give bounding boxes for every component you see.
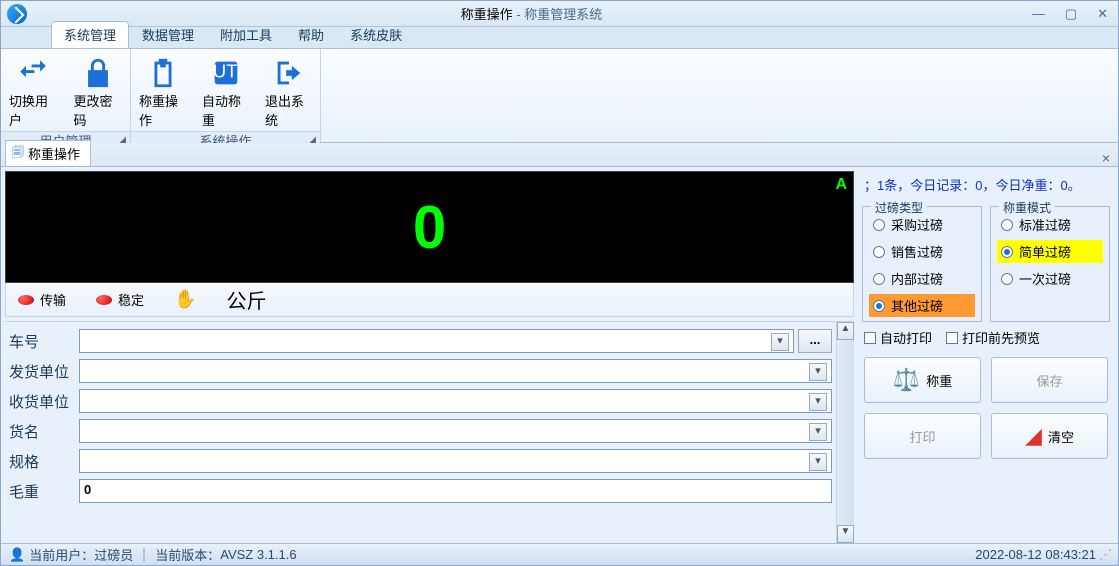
ribbon-change-password[interactable]: 更改密码: [66, 49, 131, 131]
label-goods: 货名: [9, 421, 79, 442]
menu-tab-help[interactable]: 帮助: [285, 21, 337, 48]
document-tab-close[interactable]: ×: [1094, 150, 1118, 166]
ribbon-label: 更改密码: [74, 91, 123, 129]
doc-icon: 🗐: [12, 143, 24, 164]
scroll-up-button[interactable]: ▲: [837, 322, 854, 340]
radio-standard[interactable]: 标准过磅: [997, 213, 1103, 236]
info-line: ；1条，今日记录：0，今日净重：0。: [862, 171, 1110, 202]
eraser-icon: ◢: [1025, 423, 1042, 449]
input-car-no[interactable]: [79, 329, 794, 353]
input-sender[interactable]: [79, 359, 832, 383]
red-dot-icon: [96, 295, 112, 305]
exit-icon: [271, 55, 307, 91]
label-gross: 毛重: [9, 481, 79, 502]
document-tab[interactable]: 🗐 称重操作: [5, 140, 91, 166]
ribbon-switch-user[interactable]: 切换用户: [1, 49, 66, 131]
scroll-thumb[interactable]: [837, 340, 854, 525]
input-goods[interactable]: [79, 419, 832, 443]
checkbox-auto-print[interactable]: 自动打印: [864, 328, 932, 347]
window-controls: ― ▢ ✕: [1028, 6, 1112, 22]
save-button[interactable]: 保存: [991, 357, 1108, 403]
ribbon-group-system: 称重操作 AUTO 自动称重 退出系统 系统操作◢: [131, 49, 321, 142]
radio-sale[interactable]: 销售过磅: [869, 240, 975, 263]
radio-internal[interactable]: 内部过磅: [869, 267, 975, 290]
scroll-down-button[interactable]: ▼: [837, 525, 854, 543]
doc-title: 称重操作: [461, 7, 513, 22]
legend-weigh-mode: 称重模式: [999, 199, 1055, 216]
switch-user-icon: [15, 55, 51, 91]
svg-text:AUTO: AUTO: [209, 60, 243, 81]
content-area: 0 A 传输 稳定 ✋ 公斤 车号 ... 发货单位 收货单位: [1, 167, 1118, 543]
input-gross[interactable]: 0: [79, 479, 832, 503]
legend-weigh-type: 过磅类型: [871, 199, 927, 216]
action-buttons: ⚖️称重 保存 打印 ◢清空: [862, 353, 1110, 463]
version-value: AVSZ 3.1.1.6: [220, 547, 296, 562]
label-receiver: 收货单位: [9, 391, 79, 412]
ribbon: 切换用户 更改密码 用户管理◢ 称重操作 AUTO 自动称重 退出系统 系统操作…: [1, 49, 1118, 143]
menu-tabs: 系统管理 数据管理 附加工具 帮助 系统皮肤: [1, 27, 1118, 49]
current-user: 过磅员: [94, 545, 133, 564]
status-row: 传输 稳定 ✋ 公斤: [5, 283, 854, 317]
label-car-no: 车号: [9, 331, 79, 352]
menu-tab-data[interactable]: 数据管理: [129, 21, 207, 48]
auto-icon: AUTO: [208, 55, 244, 91]
status-stable: 稳定: [96, 290, 144, 309]
minimize-button[interactable]: ―: [1028, 6, 1049, 22]
browse-car-button[interactable]: ...: [798, 329, 832, 353]
ribbon-label: 称重操作: [139, 91, 186, 129]
status-bar: 👤 当前用户： 过磅员 当前版本： AVSZ 3.1.1.6 2022-08-1…: [1, 543, 1118, 565]
close-button[interactable]: ✕: [1093, 6, 1112, 22]
user-label: 当前用户：: [29, 545, 94, 564]
unit-label: 公斤: [226, 285, 266, 314]
weight-display: 0 A: [5, 171, 854, 283]
ribbon-exit[interactable]: 退出系统: [257, 49, 320, 131]
maximize-button[interactable]: ▢: [1061, 6, 1081, 22]
print-button[interactable]: 打印: [864, 413, 981, 459]
input-receiver[interactable]: [79, 389, 832, 413]
app-logo-icon: [7, 4, 27, 24]
fieldset-weigh-type: 过磅类型 采购过磅 销售过磅 内部过磅 其他过磅: [862, 206, 982, 322]
radio-once[interactable]: 一次过磅: [997, 267, 1103, 290]
doc-tab-label: 称重操作: [28, 144, 80, 163]
right-panel: ；1条，今日记录：0，今日净重：0。 过磅类型 采购过磅 销售过磅 内部过磅 其…: [858, 167, 1118, 543]
left-panel: 0 A 传输 稳定 ✋ 公斤 车号 ... 发货单位 收货单位: [1, 167, 858, 543]
form-scrollbar[interactable]: ▲ ▼: [836, 322, 854, 543]
status-transmit: 传输: [18, 290, 66, 309]
ribbon-label: 切换用户: [9, 91, 58, 129]
menu-tab-system[interactable]: 系统管理: [51, 21, 129, 48]
input-spec[interactable]: [79, 449, 832, 473]
weigh-button[interactable]: ⚖️称重: [864, 357, 981, 403]
resize-grip[interactable]: ⋰: [1096, 547, 1110, 563]
clipboard-icon: [145, 55, 181, 91]
label-sender: 发货单位: [9, 361, 79, 382]
ribbon-label: 自动称重: [202, 91, 249, 129]
fieldset-weigh-mode: 称重模式 标准过磅 简单过磅 一次过磅: [990, 206, 1110, 322]
hand-icon: ✋: [174, 289, 196, 310]
radio-simple[interactable]: 简单过磅: [997, 240, 1103, 263]
weight-value: 0: [413, 193, 446, 262]
menu-tab-skin[interactable]: 系统皮肤: [337, 21, 415, 48]
radio-purchase[interactable]: 采购过磅: [869, 213, 975, 236]
datetime: 2022-08-12 08:43:21: [975, 547, 1096, 562]
red-dot-icon: [18, 295, 34, 305]
form: 车号 ... 发货单位 收货单位 货名 规格: [5, 322, 836, 543]
label-spec: 规格: [9, 451, 79, 472]
user-icon: 👤: [9, 547, 25, 563]
clear-button[interactable]: ◢清空: [991, 413, 1108, 459]
form-area: 车号 ... 发货单位 收货单位 货名 规格: [5, 321, 854, 543]
ribbon-label: 退出系统: [265, 91, 312, 129]
ribbon-group-user: 切换用户 更改密码 用户管理◢: [1, 49, 131, 142]
ribbon-weigh-op[interactable]: 称重操作: [131, 49, 194, 131]
checkbox-row: 自动打印 打印前先预览: [862, 322, 1110, 353]
lock-icon: [80, 55, 116, 91]
version-label: 当前版本：: [155, 545, 220, 564]
document-tab-bar: 🗐 称重操作 ×: [1, 143, 1118, 167]
checkbox-preview[interactable]: 打印前先预览: [946, 328, 1040, 347]
menu-tab-tools[interactable]: 附加工具: [207, 21, 285, 48]
radio-other[interactable]: 其他过磅: [869, 294, 975, 317]
display-corner-label: A: [835, 176, 847, 194]
scale-icon: ⚖️: [893, 367, 920, 393]
ribbon-auto-weigh[interactable]: AUTO 自动称重: [194, 49, 257, 131]
app-title: 称重管理系统: [524, 7, 602, 22]
